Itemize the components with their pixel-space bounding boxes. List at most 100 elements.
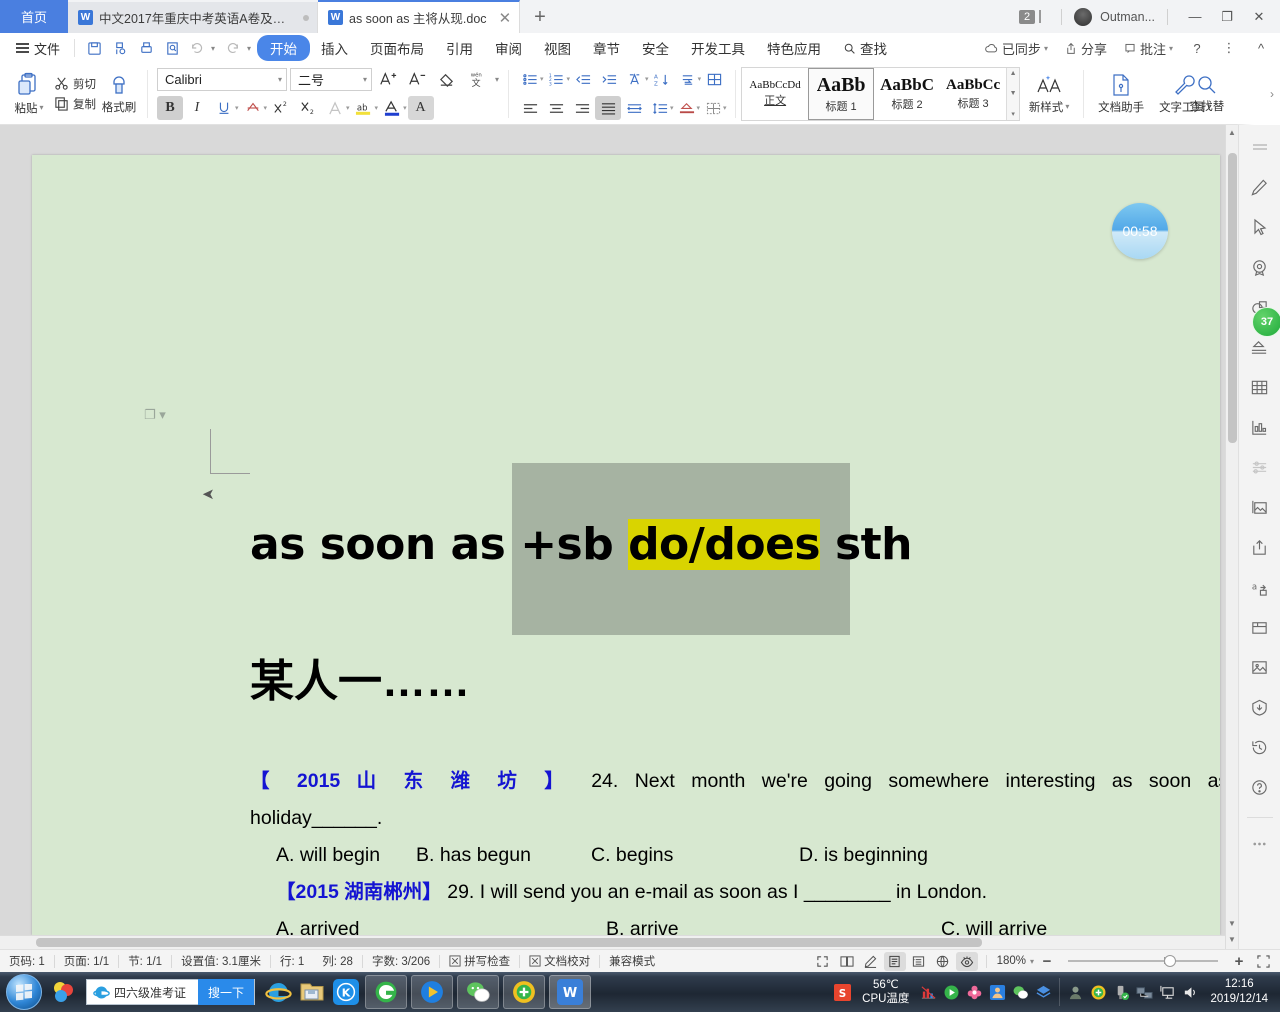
phonetic-guide-button[interactable]: wén 文 (462, 67, 492, 91)
tab-featured-apps[interactable]: 特色应用 (756, 35, 832, 61)
document-tab-2[interactable]: W as soon as 主将从现.doc ✕ (318, 0, 521, 33)
screen-icon[interactable] (1157, 982, 1178, 1003)
chevron-down-icon[interactable]: ▾ (495, 75, 499, 84)
find-replace-button[interactable]: 查找替 (1178, 74, 1236, 114)
underline-button[interactable] (211, 96, 237, 120)
pen-icon[interactable] (1245, 173, 1275, 201)
chevron-down-icon[interactable]: ▾ (1044, 44, 1048, 53)
chevron-down-icon[interactable]: ▾ (723, 104, 727, 112)
outline-view-icon[interactable] (908, 952, 930, 971)
zoom-out-button[interactable]: − (1036, 952, 1058, 971)
doc-score-badge[interactable]: 37 (1252, 307, 1280, 337)
undo-dropdown-caret-icon[interactable]: ▾ (211, 44, 215, 53)
distribute-button[interactable] (621, 96, 647, 120)
select-pointer-icon[interactable] (1245, 213, 1275, 241)
360-icon[interactable] (1088, 982, 1109, 1003)
save-icon[interactable] (81, 36, 107, 60)
chevron-down-icon[interactable]: ▾ (1169, 44, 1173, 53)
volume-icon[interactable] (1180, 982, 1201, 1003)
eye-protect-icon[interactable] (955, 951, 978, 971)
search-doc-icon[interactable] (159, 36, 185, 60)
stock-icon[interactable] (918, 982, 939, 1003)
chevron-down-icon[interactable]: ▾ (39, 103, 43, 112)
document-body[interactable]: 【 2015 山 东 潍 坊 】 24. Next month we're go… (250, 763, 1220, 935)
copy-button[interactable]: 复制 (54, 96, 96, 112)
file-menu-button[interactable]: 文件 (8, 39, 68, 58)
avatar[interactable] (1074, 7, 1093, 26)
zoom-slider[interactable] (1068, 955, 1218, 968)
horizontal-scroll-thumb[interactable] (36, 938, 982, 947)
network-icon[interactable] (1134, 982, 1155, 1003)
page-view-icon[interactable] (883, 951, 906, 971)
object-anchor-icon[interactable]: ❐ ▾ (144, 407, 166, 423)
shrink-font-button[interactable] (404, 67, 430, 91)
scroll-up-icon[interactable]: ▲ (1010, 70, 1017, 77)
font-size-select[interactable]: 二号 ▾ (290, 67, 372, 91)
tab-dev-tools[interactable]: 开发工具 (680, 35, 756, 61)
chart-icon[interactable] (1245, 413, 1275, 441)
format-painter-button[interactable]: 格式刷 (96, 73, 142, 115)
next-page-icon[interactable]: ▼ (1228, 932, 1236, 947)
zoom-in-button[interactable]: + (1228, 952, 1250, 971)
tab-security[interactable]: 安全 (631, 35, 680, 61)
wechat-icon[interactable] (457, 975, 500, 1009)
zoom-level-label[interactable]: 180% (995, 955, 1028, 967)
decrease-indent-button[interactable] (570, 67, 596, 91)
chevron-down-icon[interactable]: ▾ (1065, 102, 1069, 111)
photo-icon[interactable] (987, 982, 1008, 1003)
wps-icon[interactable]: W (549, 975, 592, 1009)
360-browser-icon[interactable] (365, 975, 408, 1009)
document-heading[interactable]: as soon as +sb do/does sth (250, 519, 912, 570)
chevron-down-icon[interactable]: ▾ (278, 75, 282, 84)
restore-button[interactable]: ❐ (1212, 4, 1242, 30)
close-button[interactable]: ✕ (1244, 4, 1274, 30)
font-family-select[interactable]: Calibri ▾ (157, 67, 287, 91)
taskbar-search-button[interactable]: 搜一下 (198, 979, 255, 1005)
picture-icon[interactable] (1245, 653, 1275, 681)
table-icon[interactable] (1245, 373, 1275, 401)
tab-chapter[interactable]: 章节 (582, 35, 631, 61)
customize-quick-access-icon[interactable]: ▾ (247, 44, 251, 53)
chevron-right-icon[interactable]: › (1270, 87, 1280, 101)
sogou-icon[interactable] (46, 975, 80, 1009)
taskbar-search-text[interactable]: 四六级准考证 (110, 984, 198, 1001)
style-heading-3[interactable]: AaBbCc 标题 3 (940, 68, 1006, 120)
status-proofread[interactable]: 文档校对 (520, 953, 599, 969)
watermark-icon[interactable]: a (1245, 573, 1275, 601)
clear-format-button[interactable] (433, 67, 459, 91)
cloud-icon[interactable] (1033, 982, 1054, 1003)
ie-icon[interactable] (261, 975, 295, 1009)
horizontal-scrollbar[interactable] (0, 935, 1225, 949)
bold-button[interactable]: B (157, 96, 183, 120)
explorer-icon[interactable] (295, 975, 329, 1009)
help-icon[interactable] (1245, 773, 1275, 801)
image-frame-icon[interactable] (1245, 493, 1275, 521)
print-icon[interactable] (133, 36, 159, 60)
sogou-input-icon[interactable]: S (832, 982, 853, 1003)
tab-start[interactable]: 开始 (257, 35, 311, 61)
vertical-scroll-thumb[interactable] (1227, 153, 1237, 443)
new-tab-button[interactable]: + (520, 2, 560, 33)
fit-page-button[interactable] (1252, 952, 1274, 971)
tab-review[interactable]: 审阅 (484, 35, 533, 61)
drag-handle-icon[interactable] (1245, 133, 1275, 161)
highlight-button[interactable]: ab (351, 96, 377, 120)
cpu-temp-widget[interactable]: 56℃ CPU温度 (854, 978, 917, 1006)
360-safe-icon[interactable] (503, 975, 546, 1009)
subscript-button[interactable]: 2 (295, 96, 321, 120)
status-word-count[interactable]: 字数: 3/206 (363, 953, 439, 969)
document-canvas[interactable]: ❐ ▾ ➤ 00:58 as soon as +sb do/does sth 某… (0, 125, 1225, 949)
flower-icon[interactable] (964, 982, 985, 1003)
strikethrough-button[interactable] (240, 96, 266, 120)
chevron-down-icon[interactable]: ▾ (264, 104, 268, 112)
export-icon[interactable] (1245, 533, 1275, 561)
history-icon[interactable] (1245, 733, 1275, 761)
tab-insert[interactable]: 插入 (310, 35, 359, 61)
grow-font-button[interactable] (375, 67, 401, 91)
close-tab-icon[interactable]: ✕ (499, 9, 512, 27)
styles-scroll-controls[interactable]: ▲ ▼ ▾ (1006, 67, 1020, 120)
sort-button[interactable]: AZ (649, 67, 675, 91)
document-page[interactable]: ❐ ▾ ➤ 00:58 as soon as +sb do/does sth 某… (32, 155, 1220, 935)
kingsoft-icon[interactable]: K (329, 975, 363, 1009)
chevron-down-icon[interactable]: ▾ (1030, 957, 1034, 966)
